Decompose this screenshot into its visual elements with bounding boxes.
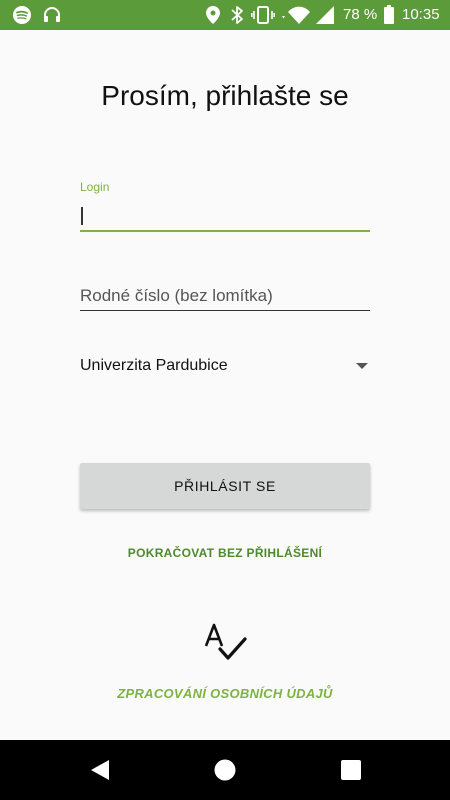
vibrate-icon [251, 5, 275, 25]
university-select-value: Univerzita Pardubice [80, 357, 228, 374]
spellcheck-icon [203, 622, 247, 662]
login-input[interactable] [80, 200, 370, 232]
page-title: Prosím, přihlašte se [101, 80, 349, 111]
status-time: 10:35 [402, 6, 440, 23]
dropdown-arrow-icon [356, 363, 368, 369]
battery-percent: 78 % [343, 6, 378, 23]
status-bar: 78 % 10:35 [0, 0, 450, 30]
headset-icon [42, 5, 62, 25]
wifi-icon [280, 5, 312, 25]
privacy-policy-link[interactable]: ZPRACOVÁNÍ OSOBNÍCH ÚDAJŮ [0, 686, 450, 701]
spotify-icon [12, 5, 32, 25]
continue-without-login-link[interactable]: POKRAČOVAT BEZ PŘIHLÁŠENÍ [0, 546, 450, 560]
birth-number-input[interactable] [80, 282, 370, 311]
login-label: Login [80, 180, 110, 194]
university-select[interactable]: Univerzita Pardubice [80, 352, 370, 382]
recents-icon[interactable] [339, 758, 363, 782]
location-icon [205, 5, 221, 25]
login-button[interactable]: PŘIHLÁSIT SE [80, 463, 370, 509]
home-icon[interactable] [213, 758, 237, 782]
bluetooth-icon [229, 5, 245, 25]
signal-icon [315, 5, 335, 25]
navigation-bar [0, 740, 450, 800]
battery-icon [383, 5, 395, 25]
text-cursor [81, 207, 83, 225]
back-icon[interactable] [88, 758, 112, 782]
